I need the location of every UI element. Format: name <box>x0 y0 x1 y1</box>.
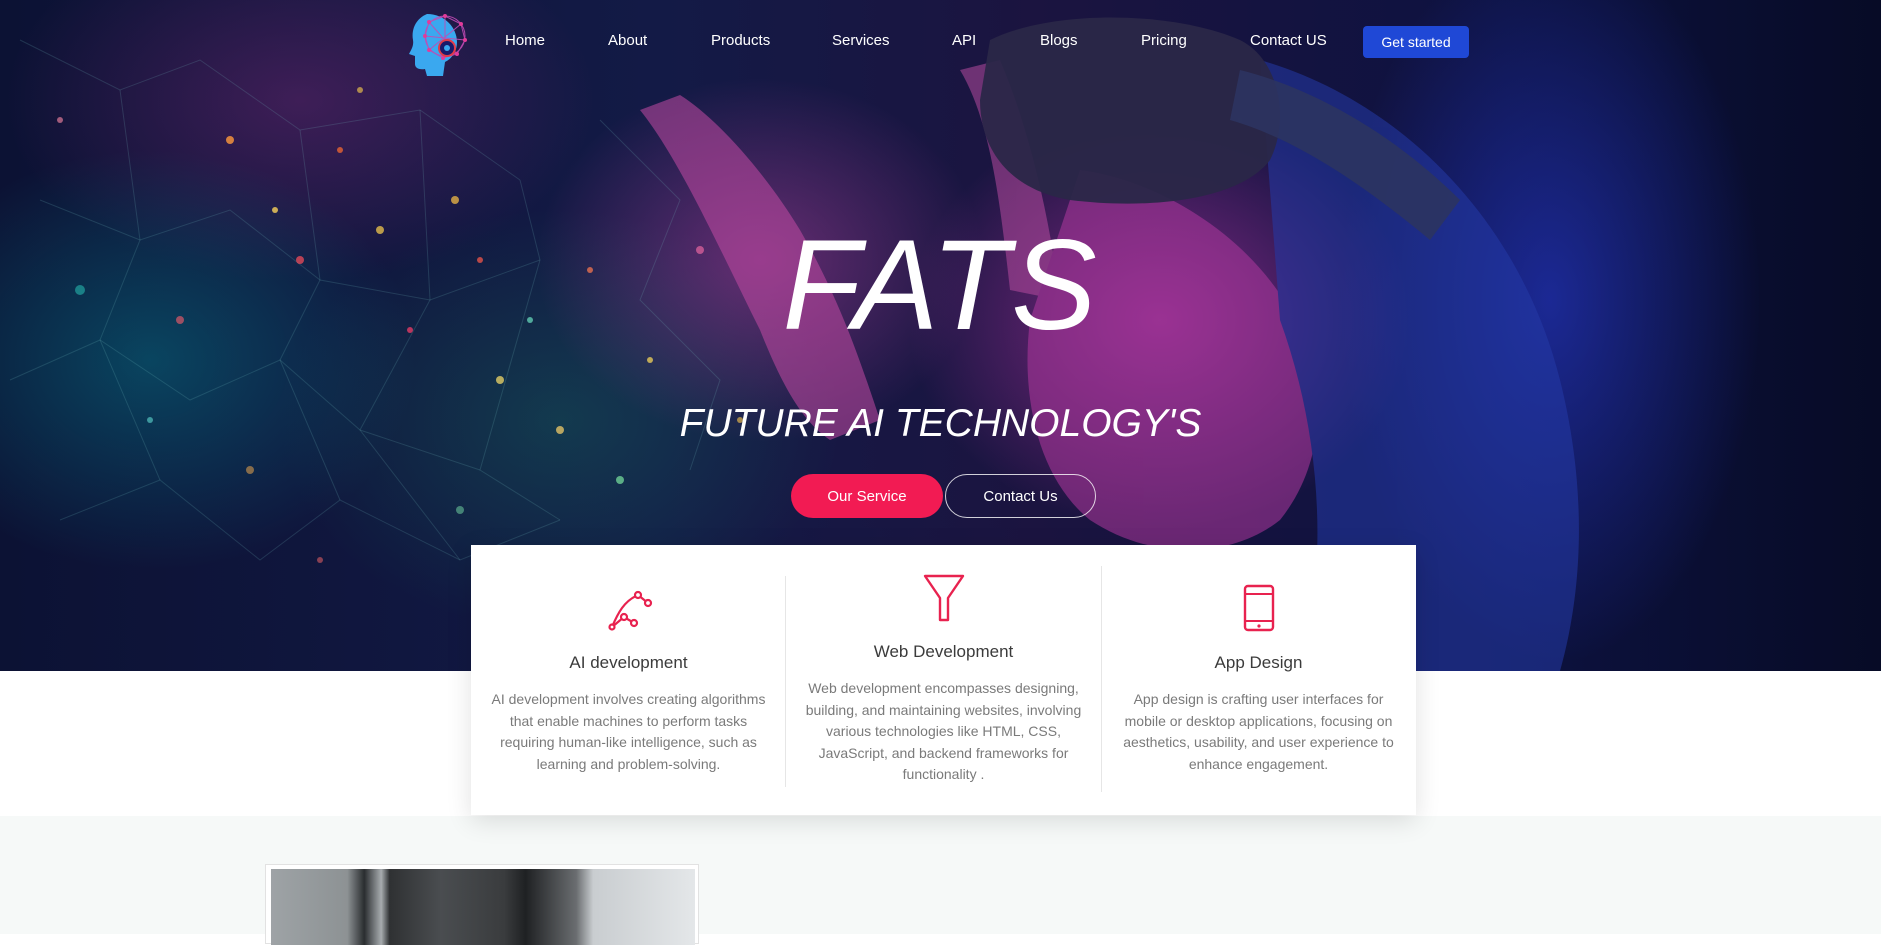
feature-title: AI development <box>569 653 688 672</box>
feature-app-design: App Design App design is crafting user i… <box>1101 545 1416 815</box>
nav-home[interactable]: Home <box>505 32 545 49</box>
hero-subtitle: FUTURE AI TECHNOLOGY'S <box>679 402 1202 445</box>
feature-description: AI development involves creating algorit… <box>491 691 766 772</box>
nav-products[interactable]: Products <box>711 32 770 49</box>
feature-title: Web Development <box>873 642 1014 661</box>
nav-about[interactable]: About <box>608 32 647 49</box>
feature-description: App design is crafting user interfaces f… <box>1123 691 1394 772</box>
nav-api[interactable]: API <box>952 32 976 49</box>
feature-ai-development: AI development AI development involves c… <box>471 545 786 815</box>
contact-us-button[interactable]: Contact Us <box>945 474 1096 518</box>
feature-web-development: Web Development Web development encompas… <box>786 545 1101 815</box>
nav-blogs[interactable]: Blogs <box>1040 32 1078 49</box>
nav-contact-us[interactable]: Contact US <box>1250 32 1327 49</box>
hero-title: FATS <box>782 214 1099 357</box>
feature-title: App Design <box>1214 653 1303 672</box>
bezier-curve-icon <box>607 590 652 631</box>
ai-head-logo-icon[interactable] <box>403 6 473 78</box>
feature-description: Web development encompasses designing, b… <box>805 680 1082 782</box>
funnel-icon <box>923 574 964 622</box>
features-card: AI development AI development involves c… <box>471 545 1416 815</box>
nav-services[interactable]: Services <box>832 32 890 49</box>
nav-pricing[interactable]: Pricing <box>1141 32 1187 49</box>
tablet-icon <box>1243 584 1274 632</box>
get-started-button[interactable]: Get started <box>1363 26 1469 58</box>
our-service-button[interactable]: Our Service <box>791 474 943 518</box>
about-image-card <box>265 864 699 945</box>
